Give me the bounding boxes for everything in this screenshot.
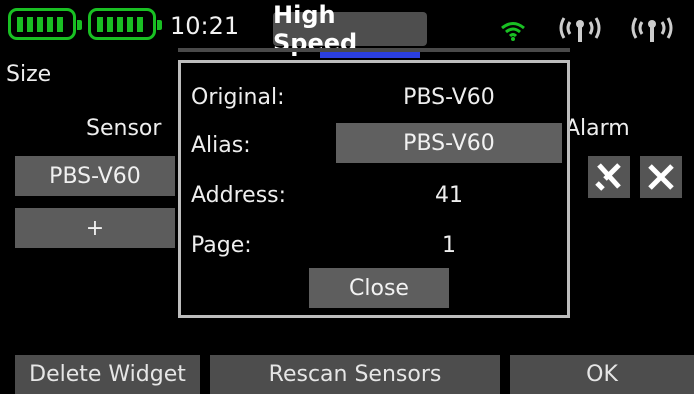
alias-label: Alias: <box>191 133 251 158</box>
alarm-column-header: Alarm <box>565 116 630 141</box>
rescan-sensors-button[interactable]: Rescan Sensors <box>210 355 500 394</box>
antenna-signal-icon <box>559 17 601 42</box>
tools-icon <box>595 163 621 191</box>
transmitter-battery-icon <box>8 8 82 40</box>
clock-time: 10:21 <box>170 12 240 40</box>
address-value: 41 <box>435 183 463 208</box>
settings-tools-button[interactable] <box>588 156 630 198</box>
original-value: PBS-V60 <box>403 85 495 110</box>
wifi-icon <box>501 22 525 41</box>
page-label: Page: <box>191 233 252 258</box>
delete-widget-button[interactable]: Delete Widget <box>15 355 200 394</box>
receiver-battery-icon <box>88 8 162 40</box>
size-label: Size <box>6 62 52 87</box>
sensor-column-header: Sensor <box>86 116 162 141</box>
close-button[interactable]: Close <box>309 268 449 308</box>
original-label: Original: <box>191 85 285 110</box>
page-value: 1 <box>442 233 456 258</box>
remove-sensor-button[interactable] <box>640 156 682 198</box>
address-label: Address: <box>191 183 287 208</box>
close-icon <box>648 164 674 190</box>
ok-button[interactable]: OK <box>510 355 694 394</box>
sensor-select-button[interactable]: PBS-V60 <box>15 156 175 196</box>
add-sensor-button[interactable]: + <box>15 208 175 248</box>
alias-field[interactable]: PBS-V60 <box>336 123 562 163</box>
sensor-info-dialog: Original: PBS-V60 Alias: PBS-V60 Address… <box>178 60 570 318</box>
mode-indicator[interactable]: High Speed <box>273 1 427 57</box>
antenna-signal-icon <box>631 17 673 42</box>
active-tab-indicator <box>320 52 420 58</box>
